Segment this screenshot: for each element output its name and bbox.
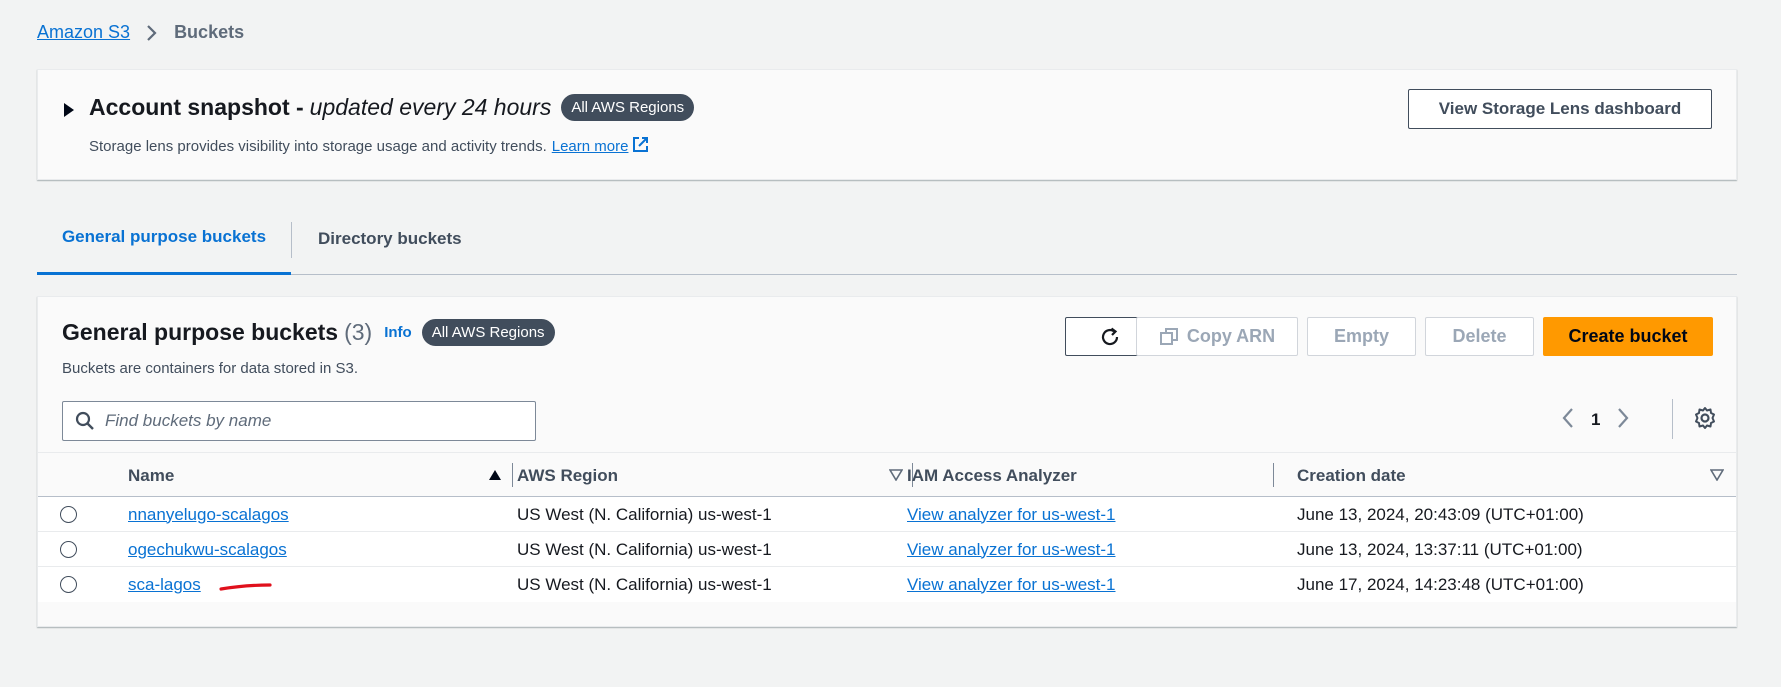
buckets-table: Name AWS Region IAM Access Analyzer Crea… xyxy=(38,452,1736,602)
tab-general-purpose-buckets[interactable]: General purpose buckets xyxy=(37,214,291,275)
iam-analyzer-link[interactable]: View analyzer for us-west-1 xyxy=(907,532,1116,567)
caret-right-icon[interactable] xyxy=(63,102,75,123)
regions-badge: All AWS Regions xyxy=(561,94,695,121)
create-bucket-button[interactable]: Create bucket xyxy=(1543,317,1713,356)
column-header-iam[interactable]: IAM Access Analyzer xyxy=(907,453,1077,498)
iam-analyzer-link[interactable]: View analyzer for us-west-1 xyxy=(907,567,1116,602)
gear-icon[interactable] xyxy=(1693,406,1717,435)
tab-label: Directory buckets xyxy=(318,228,462,248)
table-row[interactable]: nnanyelugo-scalagos US West (N. Californ… xyxy=(38,497,1736,532)
delete-button[interactable]: Delete xyxy=(1425,317,1534,356)
snapshot-title-bold: Account snapshot - xyxy=(89,94,304,120)
bucket-region: US West (N. California) us-west-1 xyxy=(517,504,772,524)
empty-button[interactable]: Empty xyxy=(1307,317,1416,356)
external-link-icon[interactable] xyxy=(628,136,649,157)
breadcrumb: Amazon S3 Buckets xyxy=(37,22,244,43)
iam-analyzer-link[interactable]: View analyzer for us-west-1 xyxy=(907,497,1116,532)
creation-date: June 13, 2024, 20:43:09 (UTC+01:00) xyxy=(1297,504,1584,524)
panel-header: General purpose buckets (3) Info All AWS… xyxy=(62,319,555,346)
table-row[interactable]: sca-lagos US West (N. California) us-wes… xyxy=(38,567,1736,602)
tab-label: General purpose buckets xyxy=(61,227,267,246)
info-link[interactable]: Info xyxy=(384,324,412,341)
bucket-region: US West (N. California) us-west-1 xyxy=(517,539,772,559)
row-select-radio[interactable] xyxy=(60,541,77,558)
account-snapshot-title[interactable]: Account snapshot - updated every 24 hour… xyxy=(89,94,695,121)
sort-ascending-icon[interactable] xyxy=(488,468,502,486)
next-page-icon[interactable] xyxy=(1616,407,1630,434)
sort-descending-icon[interactable] xyxy=(1709,468,1725,486)
bucket-name-link[interactable]: ogechukwu-scalagos xyxy=(128,532,287,567)
current-page[interactable]: 1 xyxy=(1591,410,1600,430)
tab-directory-buckets[interactable]: Directory buckets xyxy=(318,214,462,275)
previous-page-icon[interactable] xyxy=(1561,407,1575,434)
table-header: Name AWS Region IAM Access Analyzer Crea… xyxy=(38,452,1736,497)
panel-description: Buckets are containers for data stored i… xyxy=(62,360,358,377)
refresh-icon xyxy=(1101,327,1118,345)
copy-arn-label: Copy ARN xyxy=(1186,326,1276,346)
creation-date: June 13, 2024, 13:37:11 (UTC+01:00) xyxy=(1297,539,1583,559)
pagination: 1 xyxy=(1561,405,1630,435)
account-snapshot-panel: Account snapshot - updated every 24 hour… xyxy=(37,69,1737,180)
learn-more-link[interactable]: Learn more xyxy=(552,138,629,155)
snapshot-title-italic: updated every 24 hours xyxy=(309,94,552,120)
search-input[interactable] xyxy=(105,411,505,431)
column-header-name[interactable]: Name xyxy=(128,453,174,498)
bucket-count: (3) xyxy=(344,319,373,345)
snapshot-description-text: Storage lens provides visibility into st… xyxy=(89,138,547,155)
red-underline-annotation xyxy=(219,583,272,591)
find-buckets-search xyxy=(62,401,536,441)
column-header-region[interactable]: AWS Region xyxy=(517,453,618,498)
column-divider[interactable] xyxy=(512,463,513,487)
general-purpose-buckets-panel: General purpose buckets (3) Info All AWS… xyxy=(37,296,1737,627)
table-row[interactable]: ogechukwu-scalagos US West (N. Californi… xyxy=(38,532,1736,567)
panel-title: General purpose buckets xyxy=(62,319,339,345)
row-select-radio[interactable] xyxy=(60,506,77,523)
column-divider[interactable] xyxy=(1273,463,1274,487)
row-select-radio[interactable] xyxy=(60,576,77,593)
breadcrumb-current: Buckets xyxy=(174,22,245,42)
tab-divider xyxy=(291,222,292,258)
bucket-name-link[interactable]: sca-lagos xyxy=(128,567,201,602)
pager-divider xyxy=(1672,399,1673,439)
bucket-name-link[interactable]: nnanyelugo-scalagos xyxy=(128,497,289,532)
copy-icon xyxy=(1159,327,1178,345)
regions-badge: All AWS Regions xyxy=(421,319,555,346)
copy-arn-button[interactable]: Copy ARN xyxy=(1136,317,1298,356)
creation-date: June 17, 2024, 14:23:48 (UTC+01:00) xyxy=(1297,574,1584,594)
breadcrumb-amazon-s3-link[interactable]: Amazon S3 xyxy=(37,22,130,43)
column-header-date[interactable]: Creation date xyxy=(1297,453,1406,498)
chevron-right-icon xyxy=(146,24,158,42)
sort-descending-icon[interactable] xyxy=(888,468,904,486)
bucket-tabs: General purpose buckets Directory bucket… xyxy=(37,214,1737,275)
search-icon xyxy=(75,411,94,430)
bucket-region: US West (N. California) us-west-1 xyxy=(517,574,772,594)
snapshot-description: Storage lens provides visibility into st… xyxy=(89,136,649,157)
view-storage-lens-button[interactable]: View Storage Lens dashboard xyxy=(1408,89,1712,129)
